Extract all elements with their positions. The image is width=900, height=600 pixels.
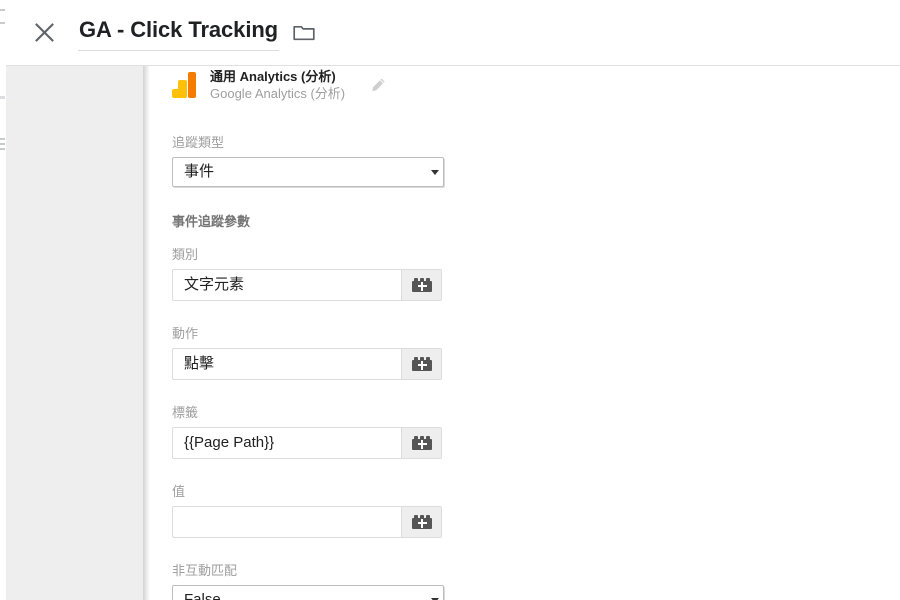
category-label: 類別 bbox=[172, 247, 199, 262]
tag-title-group: GA - Click Tracking bbox=[78, 15, 315, 51]
category-input[interactable] bbox=[173, 270, 401, 300]
non-interaction-value: False bbox=[184, 591, 221, 600]
value-input-group bbox=[172, 506, 442, 538]
value-field-label: 值 bbox=[172, 484, 186, 499]
non-interaction-select[interactable]: False bbox=[172, 585, 444, 600]
track-type-value: 事件 bbox=[184, 163, 215, 180]
tag-type-row: 通用 Analytics (分析) Google Analytics (分析) bbox=[172, 68, 388, 102]
variable-picker-icon bbox=[411, 357, 432, 371]
category-input-group bbox=[172, 269, 442, 301]
action-label: 動作 bbox=[172, 326, 199, 341]
tag-configuration-panel: 通用 Analytics (分析) Google Analytics (分析) … bbox=[150, 66, 900, 600]
field-label: 標籤 bbox=[172, 404, 812, 459]
rail-shadow bbox=[143, 66, 150, 600]
track-type-select[interactable]: 事件 bbox=[172, 157, 444, 187]
pencil-icon bbox=[371, 78, 385, 91]
field-track-type: 追蹤類型 事件 bbox=[172, 134, 812, 187]
label-input-group bbox=[172, 427, 442, 459]
track-type-label: 追蹤類型 bbox=[172, 135, 225, 150]
chevron-down-icon bbox=[425, 586, 443, 600]
tag-configuration-form: 追蹤類型 事件 事件追蹤參數 類別 文字元素 動作 點擊 標籤 {{Page P… bbox=[172, 134, 812, 600]
edit-tag-type-button[interactable] bbox=[368, 75, 388, 95]
tag-editor-modal: GA - Click Tracking 通用 Analytics (分析) Go… bbox=[0, 0, 900, 600]
variable-picker-icon bbox=[411, 515, 432, 529]
close-button[interactable] bbox=[24, 13, 64, 53]
field-category: 類別 bbox=[172, 246, 812, 301]
category-variable-picker-button[interactable] bbox=[401, 270, 441, 300]
action-input[interactable] bbox=[173, 349, 401, 379]
value-variable-picker-button[interactable] bbox=[401, 507, 441, 537]
field-value: 值 bbox=[172, 483, 812, 538]
folder-button[interactable] bbox=[293, 23, 315, 41]
modal-body: 通用 Analytics (分析) Google Analytics (分析) … bbox=[6, 66, 900, 600]
label-field-label: 標籤 bbox=[172, 405, 199, 420]
tag-type-name: 通用 Analytics (分析) bbox=[210, 69, 336, 84]
variable-picker-icon bbox=[411, 436, 432, 450]
label-variable-picker-button[interactable] bbox=[401, 428, 441, 458]
action-variable-picker-button[interactable] bbox=[401, 349, 441, 379]
field-action: 動作 bbox=[172, 325, 812, 380]
tag-name-field[interactable]: GA - Click Tracking bbox=[78, 15, 280, 51]
folder-icon bbox=[293, 25, 315, 40]
tag-type-vendor: Google Analytics (分析) bbox=[210, 86, 346, 101]
value-input[interactable] bbox=[173, 507, 401, 537]
close-icon bbox=[34, 23, 54, 42]
chevron-down-icon bbox=[425, 158, 443, 186]
field-non-interaction: 非互動匹配 False bbox=[172, 562, 812, 600]
google-analytics-icon bbox=[172, 72, 196, 98]
non-interaction-label: 非互動匹配 bbox=[172, 563, 238, 578]
event-parameters-section-title: 事件追蹤參數 bbox=[172, 214, 251, 229]
variable-picker-icon bbox=[411, 278, 432, 292]
label-input[interactable] bbox=[173, 428, 401, 458]
modal-header: GA - Click Tracking bbox=[6, 0, 900, 66]
left-rail bbox=[6, 66, 143, 600]
action-input-group bbox=[172, 348, 442, 380]
